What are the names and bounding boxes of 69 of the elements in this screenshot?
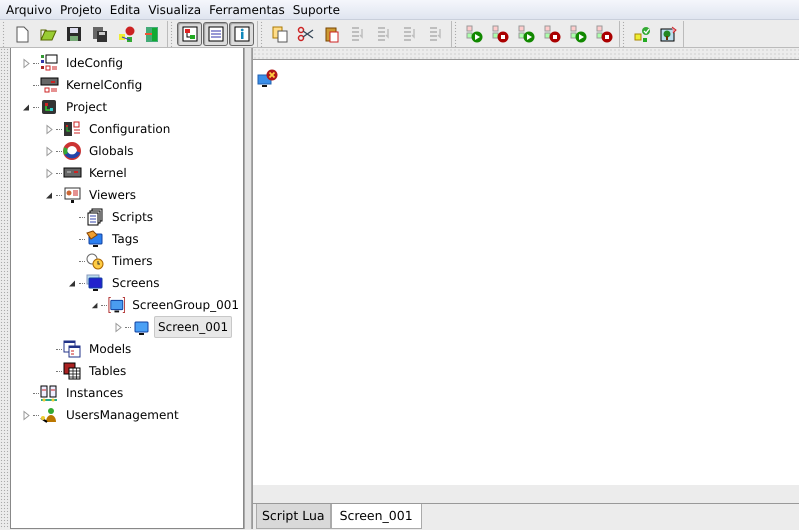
tree-item[interactable]: KernelConfig: [62, 74, 146, 96]
tree-item[interactable]: Tables: [85, 360, 130, 382]
servers-icon: [40, 384, 59, 402]
toolbar-button[interactable]: [203, 22, 228, 46]
menu-item[interactable]: Suporte: [288, 0, 344, 18]
list-view-icon: [206, 24, 224, 42]
expand-arrow-icon[interactable]: [21, 58, 32, 68]
monitor-error-icon: [257, 68, 279, 90]
toolbar-button[interactable]: [177, 22, 202, 46]
tag-monitor-icon: [86, 230, 105, 248]
tab[interactable]: Screen_001: [330, 504, 422, 529]
tree-item[interactable]: Globals: [85, 140, 138, 162]
clipboard-icon: [322, 24, 340, 42]
tree-item[interactable]: Models: [85, 338, 136, 360]
pages-icon: [86, 208, 105, 226]
tree-item[interactable]: Screens: [108, 272, 164, 294]
tree-item[interactable]: Viewers: [85, 184, 140, 206]
config-panel-icon: [40, 54, 59, 72]
menu-item[interactable]: Projeto: [56, 0, 106, 18]
nodes-error-icon: [116, 24, 134, 42]
nodes-check-icon: [632, 24, 650, 42]
copy-icon: [270, 24, 288, 42]
monitor-icon: [86, 274, 105, 292]
tree-view-icon: [180, 24, 198, 42]
monitor-chart-icon: [63, 186, 82, 204]
windows-icon: [63, 340, 82, 358]
stop-icon: [542, 24, 560, 42]
dock-grip[interactable]: [0, 48, 10, 529]
run-icon: [464, 24, 482, 42]
tree-item[interactable]: Project: [62, 96, 112, 118]
users-icon: [40, 406, 59, 424]
expand-arrow-icon[interactable]: [113, 322, 124, 332]
tree-item[interactable]: Configuration: [85, 118, 174, 140]
ring-icon: [63, 142, 82, 160]
tab[interactable]: Script Lua: [256, 504, 331, 529]
project-icon: [40, 98, 59, 116]
tables-icon: [63, 362, 82, 380]
menu-item[interactable]: Arquivo: [2, 0, 56, 18]
expand-arrow-icon[interactable]: [44, 124, 55, 134]
menu-item[interactable]: Visualiza: [144, 0, 206, 18]
tree-picture-icon: [658, 24, 676, 42]
scissors-icon: [296, 24, 314, 42]
tree-item[interactable]: IdeConfig: [62, 52, 128, 74]
info-icon: [232, 24, 250, 42]
tree-item[interactable]: Tags: [108, 228, 143, 250]
bracketed-monitor-icon: [108, 296, 126, 314]
tree-item[interactable]: Instances: [62, 382, 128, 404]
configuration-icon: [63, 120, 82, 138]
clocks-icon: [86, 252, 105, 270]
tree-item[interactable]: Screen_001: [154, 316, 232, 338]
expand-arrow-icon[interactable]: [44, 146, 55, 156]
tree-item[interactable]: Timers: [108, 250, 157, 272]
toolbar-button[interactable]: [229, 22, 254, 46]
expand-arrow-icon[interactable]: [21, 410, 32, 420]
expand-arrow-icon[interactable]: [44, 168, 55, 178]
tree-item[interactable]: Kernel: [85, 162, 131, 184]
floppy-disks-icon: [90, 24, 108, 42]
menu-item[interactable]: Ferramentas: [205, 0, 289, 18]
tree-item[interactable]: UsersManagement: [62, 404, 183, 426]
run-icon: [516, 24, 534, 42]
menu-item[interactable]: Edita: [106, 0, 144, 18]
stop-icon: [490, 24, 508, 42]
door-icon: [142, 24, 160, 42]
tree-item[interactable]: ScreenGroup_001: [128, 294, 243, 316]
kernel-config-icon: [40, 76, 59, 94]
tree-item[interactable]: Scripts: [108, 206, 158, 228]
stop-icon: [594, 24, 612, 42]
run-icon: [568, 24, 586, 42]
panel-grip[interactable]: [253, 48, 799, 60]
